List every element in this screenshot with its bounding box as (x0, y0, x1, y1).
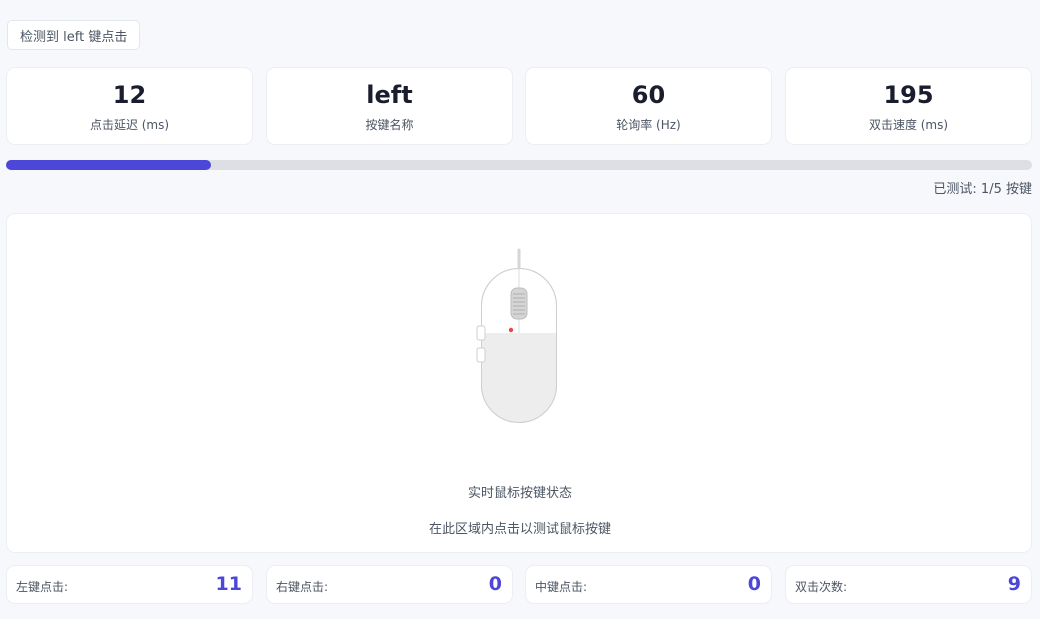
counter-label: 右键点击: (276, 580, 329, 594)
test-area-hint: 在此区域内点击以测试鼠标按键 (428, 522, 611, 537)
side-button-back (476, 347, 486, 363)
stat-card-click-latency: 12 点击延迟 (ms) (6, 67, 253, 145)
left-button-active-indicator (508, 327, 514, 333)
stat-value: left (366, 81, 413, 109)
counter-label: 双击次数: (795, 580, 848, 594)
counter-value: 0 (747, 573, 761, 595)
counter-value: 0 (488, 573, 502, 595)
detection-status-badge: 检测到 left 键点击 (7, 20, 141, 50)
test-progress-text: 已测试: 1/5 按键 (933, 182, 1032, 197)
stat-card-button-name: left 按键名称 (266, 67, 513, 145)
stat-card-double-click-speed: 195 双击速度 (ms) (785, 67, 1032, 145)
counter-value: 9 (1007, 573, 1021, 595)
counter-middle-clicks: 中键点击: 0 (525, 565, 772, 604)
test-area-title: 实时鼠标按键状态 (467, 486, 572, 501)
stat-value: 195 (883, 81, 934, 109)
stat-label: 点击延迟 (ms) (89, 118, 170, 132)
side-button-forward (476, 325, 486, 341)
counter-label: 中键点击: (535, 580, 588, 594)
stat-card-polling-rate: 60 轮询率 (Hz) (525, 67, 772, 145)
stat-label: 按键名称 (365, 118, 414, 132)
counter-left-clicks: 左键点击: 11 (6, 565, 253, 604)
stat-label: 轮询率 (Hz) (616, 118, 681, 132)
counter-value: 11 (215, 573, 242, 595)
counter-label: 左键点击: (16, 580, 69, 594)
mouse-diagram (476, 248, 557, 423)
counter-double-clicks: 双击次数: 9 (785, 565, 1032, 604)
stat-value: 12 (112, 81, 147, 109)
test-progress-bar (6, 160, 1032, 170)
test-progress-fill (6, 160, 212, 170)
counter-right-clicks: 右键点击: 0 (266, 565, 513, 604)
stat-label: 双击速度 (ms) (868, 118, 949, 132)
stat-value: 60 (631, 81, 666, 109)
mouse-palm-area (481, 333, 557, 423)
